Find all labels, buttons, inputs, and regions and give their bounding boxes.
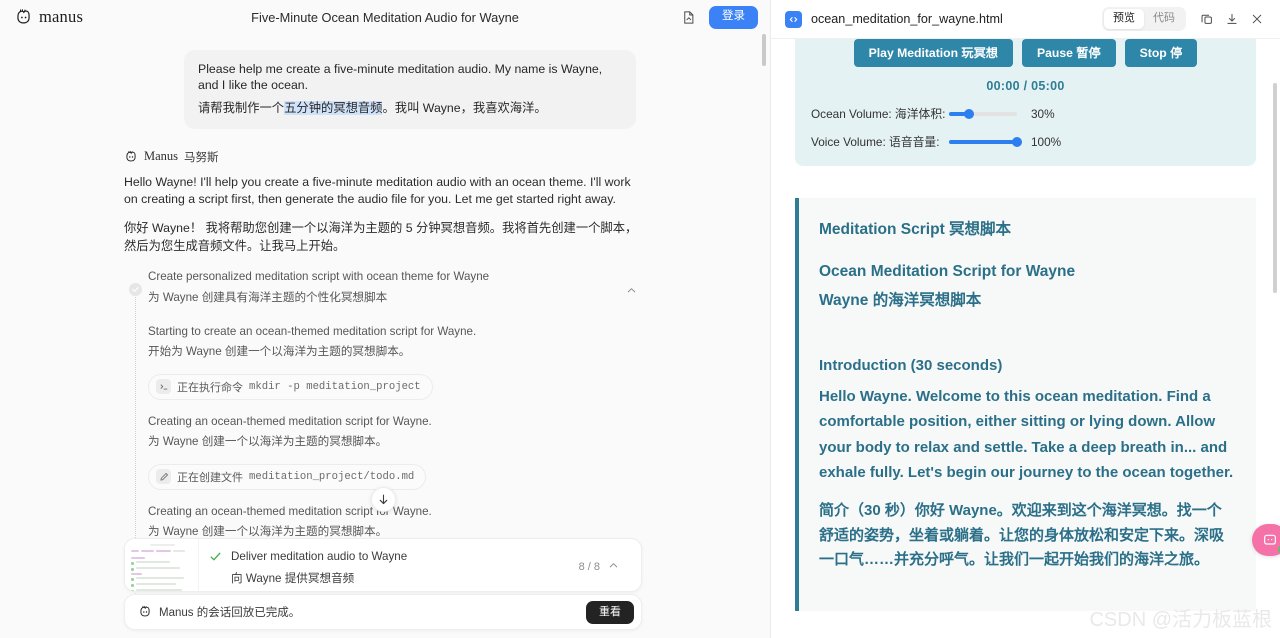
voice-volume-value: 100% bbox=[1031, 134, 1062, 149]
script-subheading-en: Ocean Meditation Script for Wayne bbox=[819, 263, 1076, 281]
chat-scrollbar-thumb[interactable] bbox=[762, 34, 766, 66]
user-message-cn: 请帮我制作一个五分钟的冥想音频。我叫 Wayne，我喜欢海洋。 bbox=[198, 100, 622, 116]
replay-status-bar: Manus 的会话回放已完成。 重看 bbox=[124, 594, 642, 630]
audio-player: Play Meditation 玩冥想 Pause 暂停 Stop 停 00:0… bbox=[795, 39, 1256, 167]
arrow-down-icon[interactable] bbox=[371, 487, 396, 512]
check-icon bbox=[209, 550, 222, 568]
chat-scrollbar[interactable] bbox=[762, 34, 766, 620]
chip-label: 正在创建文件 bbox=[177, 471, 243, 484]
chip-code: meditation_project/todo.md bbox=[249, 470, 415, 483]
preview-mode-toggle[interactable]: 预览 代码 bbox=[1102, 7, 1186, 31]
script-heading: Meditation Script 冥想脚本 bbox=[819, 221, 1012, 239]
share-file-icon[interactable] bbox=[677, 6, 699, 28]
pause-button[interactable]: Pause 暂停 bbox=[1022, 39, 1116, 68]
manus-logo-icon bbox=[14, 8, 33, 27]
play-meditation-button[interactable]: Play Meditation 玩冥想 bbox=[853, 39, 1013, 68]
close-icon[interactable] bbox=[1246, 8, 1268, 30]
tool-title-cn: 为 Wayne 创建具有海洋主题的个性化冥想脚本 bbox=[148, 291, 388, 305]
tool-step-cn: 为 Wayne 创建一个以海洋为主题的冥想脚本。 bbox=[148, 435, 388, 449]
assistant-name-row: Manus 马努斯 bbox=[124, 149, 640, 165]
preview-panel: ocean_meditation_for_wayne.html 预览 代码 Pl… bbox=[770, 0, 1280, 638]
brand-name: manus bbox=[39, 7, 84, 26]
meditation-script-card: Meditation Script 冥想脚本 Ocean Meditation … bbox=[795, 198, 1256, 612]
tool-chip-file[interactable]: 正在创建文件 meditation_project/todo.md bbox=[148, 463, 427, 490]
chat-panel: manus Five-Minute Ocean Meditation Audio… bbox=[0, 0, 770, 638]
user-message-bubble: Please help me create a five-minute medi… bbox=[184, 50, 636, 129]
file-edit-icon bbox=[156, 469, 171, 485]
deliver-task-card[interactable]: Deliver meditation audio to Wayne 向 Wayn… bbox=[124, 538, 642, 592]
assistant-bubble-icon[interactable] bbox=[1252, 524, 1280, 556]
manus-logo-icon bbox=[124, 150, 138, 164]
tool-step-en: Creating an ocean-themed meditation scri… bbox=[148, 414, 432, 428]
chat-header: manus Five-Minute Ocean Meditation Audio… bbox=[0, 0, 770, 34]
preview-header-actions: 预览 代码 bbox=[1102, 7, 1268, 31]
assistant-paragraph-en: Hello Wayne! I'll help you create a five… bbox=[124, 174, 631, 207]
app-root: manus Five-Minute Ocean Meditation Audio… bbox=[0, 0, 1280, 638]
preview-scrollbar-thumb[interactable] bbox=[1273, 83, 1277, 293]
replay-button[interactable]: 重看 bbox=[586, 600, 634, 624]
brand: manus bbox=[14, 7, 83, 27]
chat-header-actions: 登录 bbox=[677, 5, 758, 29]
deliver-title-en: Deliver meditation audio to Wayne bbox=[231, 550, 408, 564]
voice-volume-row: Voice Volume: 语音音量: 100% bbox=[811, 133, 1240, 150]
chevron-up-icon[interactable] bbox=[622, 281, 640, 299]
document-thumbnail bbox=[125, 539, 199, 591]
user-message-cn-after: 。我叫 Wayne，我喜欢海洋。 bbox=[382, 101, 547, 116]
deliver-title-cn: 向 Wayne 提供冥想音频 bbox=[231, 572, 355, 585]
terminal-icon bbox=[156, 379, 171, 395]
tool-step-en: Starting to create an ocean-themed medit… bbox=[148, 325, 477, 339]
script-subheading-cn: Wayne 的海洋冥想脚本 bbox=[819, 292, 982, 310]
script-body-cn: 简介（30 秒）你好 Wayne。欢迎来到这个海洋冥想。找一个舒适的姿势，坐着或… bbox=[819, 501, 1225, 569]
ocean-volume-value: 30% bbox=[1031, 106, 1055, 121]
assistant-name: Manus bbox=[144, 149, 179, 164]
player-button-row: Play Meditation 玩冥想 Pause 暂停 Stop 停 bbox=[811, 39, 1240, 68]
preview-header: ocean_meditation_for_wayne.html 预览 代码 bbox=[771, 0, 1280, 39]
ocean-volume-label: Ocean Volume: 海洋体积: bbox=[811, 107, 946, 122]
ocean-volume-row: Ocean Volume: 海洋体积: 30% bbox=[811, 105, 1240, 122]
user-message-cn-before: 请帮我制作一个 bbox=[198, 101, 285, 116]
conversation-title: Five-Minute Ocean Meditation Audio for W… bbox=[251, 9, 519, 25]
chip-code: mkdir -p meditation_project bbox=[249, 380, 421, 393]
assistant-paragraph-cn: 你好 Wayne！ 我将帮助您创建一个以海洋为主题的 5 分钟冥想音频。我将首先… bbox=[124, 221, 638, 253]
code-file-icon bbox=[785, 10, 802, 28]
voice-volume-slider[interactable] bbox=[949, 135, 1022, 149]
tool-section-header[interactable]: Create personalized meditation script wi… bbox=[148, 269, 640, 307]
manus-logo-icon bbox=[138, 605, 152, 619]
deliver-step-count: 8 / 8 bbox=[578, 561, 600, 574]
ocean-volume-slider[interactable] bbox=[949, 107, 1017, 121]
tool-chip-command[interactable]: 正在执行命令 mkdir -p meditation_project bbox=[148, 373, 433, 400]
assistant-message: Manus 马努斯 Hello Wayne! I'll help you cre… bbox=[124, 149, 640, 256]
preview-body[interactable]: Play Meditation 玩冥想 Pause 暂停 Stop 停 00:0… bbox=[771, 39, 1280, 638]
replay-status-text: Manus 的会话回放已完成。 bbox=[159, 607, 301, 619]
tool-title-en: Create personalized meditation script wi… bbox=[148, 270, 490, 284]
script-section-title: Introduction (30 seconds) bbox=[819, 357, 1003, 375]
download-icon[interactable] bbox=[1221, 8, 1243, 30]
time-display: 00:00 / 05:00 bbox=[986, 79, 1065, 94]
voice-volume-label: Voice Volume: 语音音量: bbox=[811, 135, 940, 150]
preview-file-name: ocean_meditation_for_wayne.html bbox=[811, 12, 1003, 26]
assistant-name-cn: 马努斯 bbox=[184, 151, 219, 164]
tab-code[interactable]: 代码 bbox=[1144, 9, 1184, 28]
check-circle-icon bbox=[129, 283, 142, 297]
tool-step-cn: 开始为 Wayne 创建一个以海洋为主题的冥想脚本。 bbox=[148, 345, 411, 359]
script-body-en: Hello Wayne. Welcome to this ocean medit… bbox=[819, 388, 1234, 481]
user-message-cn-selected: 五分钟的冥想音频 bbox=[284, 101, 383, 116]
stop-button[interactable]: Stop 停 bbox=[1124, 39, 1198, 68]
user-message-en: Please help me create a five-minute medi… bbox=[198, 62, 603, 93]
chevron-up-icon[interactable] bbox=[608, 558, 619, 576]
login-button[interactable]: 登录 bbox=[709, 5, 758, 29]
tab-preview[interactable]: 预览 bbox=[1104, 9, 1144, 29]
chip-label: 正在执行命令 bbox=[177, 381, 243, 394]
copy-icon[interactable] bbox=[1196, 8, 1218, 30]
